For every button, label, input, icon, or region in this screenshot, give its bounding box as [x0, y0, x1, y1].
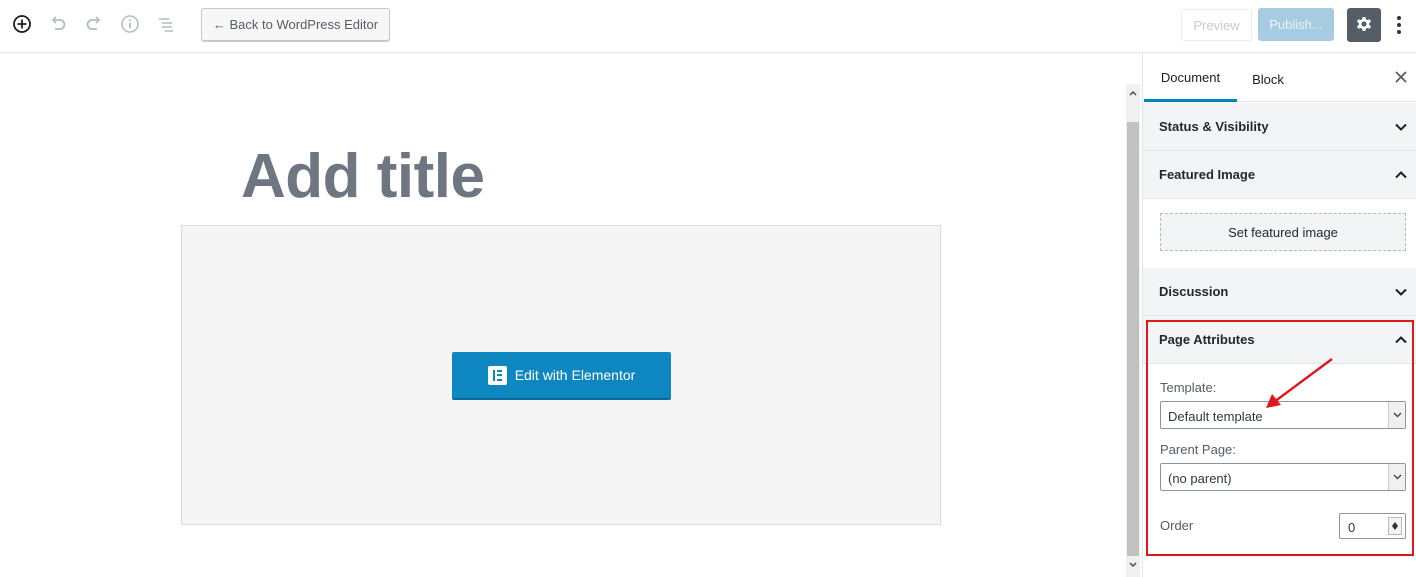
chevron-down-icon [1395, 288, 1407, 296]
redo-icon[interactable] [84, 14, 104, 34]
scroll-up-arrow-icon[interactable] [1126, 86, 1140, 100]
scroll-thumb[interactable] [1127, 122, 1139, 556]
panel-featured-image-label: Featured Image [1159, 167, 1256, 182]
close-icon[interactable] [1393, 69, 1409, 85]
scroll-down-arrow-icon[interactable] [1126, 558, 1140, 572]
edit-with-elementor-button[interactable]: Edit with Elementor [452, 352, 671, 400]
back-to-wordpress-editor-button[interactable]: ← Back to WordPress Editor [201, 8, 390, 41]
panel-discussion[interactable]: Discussion [1143, 268, 1416, 316]
panel-discussion-label: Discussion [1159, 284, 1229, 299]
edit-with-elementor-label: Edit with Elementor [514, 367, 636, 383]
publish-button[interactable]: Publish... [1258, 8, 1334, 41]
editor-scrollbar[interactable] [1126, 84, 1140, 577]
chevron-down-icon [1395, 123, 1407, 131]
sidebar-tabs: Document Block [1143, 53, 1416, 102]
annotation-arrow-icon [1266, 358, 1333, 408]
elementor-placeholder: Edit with Elementor [181, 225, 941, 525]
info-icon[interactable] [120, 14, 140, 34]
undo-icon[interactable] [48, 14, 68, 34]
more-options-button[interactable] [1389, 12, 1409, 38]
panel-featured-image[interactable]: Featured Image [1143, 151, 1416, 199]
post-title-input[interactable]: Add title [241, 141, 485, 212]
editor-canvas: Add title Edit with Elementor [0, 53, 1126, 577]
preview-button[interactable]: Preview [1181, 9, 1252, 41]
outline-icon[interactable] [156, 14, 176, 34]
tab-document[interactable]: Document [1144, 53, 1237, 102]
panel-status-visibility[interactable]: Status & Visibility [1143, 103, 1416, 151]
gear-icon [1357, 17, 1371, 31]
tab-block[interactable]: Block [1237, 53, 1299, 102]
add-block-icon[interactable] [12, 14, 32, 34]
settings-button[interactable] [1347, 8, 1381, 42]
more-icon [1397, 16, 1401, 20]
set-featured-image-button[interactable]: Set featured image [1160, 213, 1406, 251]
panel-status-visibility-label: Status & Visibility [1159, 119, 1269, 134]
chevron-up-icon [1395, 171, 1407, 179]
editor-toolbar: ← Back to WordPress Editor Preview Publi… [0, 0, 1416, 53]
elementor-logo-icon [487, 365, 507, 385]
